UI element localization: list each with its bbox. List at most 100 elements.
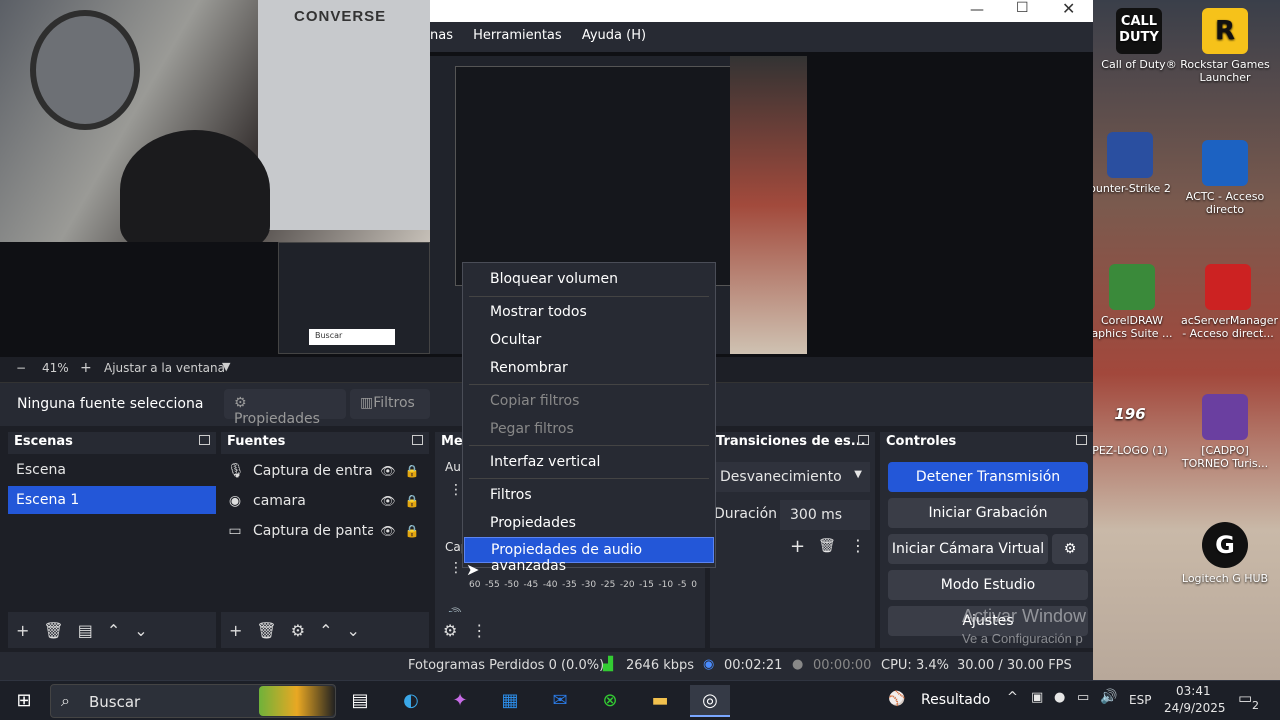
fit-window-button[interactable]: Ajustar a la ventana — [104, 361, 225, 375]
scene-item[interactable]: Escena — [8, 456, 216, 484]
winrar-icon — [1202, 394, 1248, 440]
stop-stream-button[interactable]: Detener Transmisión — [888, 462, 1088, 492]
duration-label: Duración — [714, 506, 778, 522]
menu-item-vertical-interface[interactable]: Interfaz vertical — [464, 450, 714, 476]
meter-tick: -25 — [600, 580, 616, 590]
lock-icon[interactable]: 🔒 — [403, 494, 421, 508]
chevron-up-icon[interactable]: ⌃ — [319, 621, 332, 640]
obs-window: — ☐ ✕ nas Herramientas Ayuda (H) Buscar … — [0, 0, 1093, 680]
eye-icon[interactable]: 👁 — [379, 494, 397, 508]
filters-button[interactable]: ▥Filtros — [350, 389, 430, 419]
meter-tick: -45 — [523, 580, 539, 590]
menu-item-hide[interactable]: Ocultar — [464, 328, 714, 354]
scenes-list: Escena Escena 1 — [8, 454, 216, 612]
menu-item-properties[interactable]: Propiedades — [464, 511, 714, 537]
desktop-icon-logitech[interactable]: G Logitech G HUB — [1178, 522, 1272, 585]
menu-item-filters[interactable]: Filtros — [464, 483, 714, 509]
desktop-icon-rockstar[interactable]: R Rockstar Games Launcher — [1178, 8, 1272, 84]
xbox-icon[interactable]: ⊗ — [590, 685, 630, 717]
clock-date[interactable]: 24/9/2025 — [1164, 701, 1226, 715]
undock-icon[interactable] — [412, 435, 423, 445]
network-icon[interactable]: ▭ — [1077, 690, 1089, 705]
kebab-icon[interactable]: ⋮ — [449, 560, 463, 576]
kebab-icon[interactable]: ⋮ — [471, 621, 487, 640]
source-item[interactable]: 🎙 Captura de entrada 👁 🔒 — [221, 456, 429, 486]
add-icon[interactable]: + — [16, 621, 29, 640]
controls-title-text: Controles — [886, 434, 957, 449]
chevron-up-icon[interactable]: ⌃ — [107, 621, 120, 640]
eye-icon[interactable]: 👁 — [379, 464, 397, 478]
logo-icon: 196 — [1114, 405, 1146, 423]
chevron-down-icon[interactable]: ▼ — [222, 360, 230, 373]
kebab-icon[interactable]: ⋮ — [850, 536, 866, 555]
transition-select[interactable]: Desvanecimiento ▼ — [710, 462, 870, 492]
desktop-icon-cadpo[interactable]: [CADPO] TORNEO Turis... — [1178, 394, 1272, 470]
outlook-icon[interactable]: ✉ — [540, 685, 580, 717]
menu-item-show-all[interactable]: Mostrar todos — [464, 300, 714, 326]
menu-item-advanced-audio-properties[interactable]: Propiedades de audio avanzadas — [464, 537, 714, 574]
activate-windows-subtitle: Ve a Configuración p — [962, 631, 1083, 646]
start-virtual-camera-button[interactable]: Iniciar Cámara Virtual — [888, 534, 1048, 564]
menu-item-lock-volume[interactable]: Bloquear volumen — [464, 267, 714, 293]
close-icon[interactable]: ✕ — [1062, 0, 1082, 18]
microphone-tray-icon[interactable]: ● — [1054, 690, 1065, 705]
properties-button[interactable]: ⚙ Propiedades — [224, 389, 346, 427]
desktop-icon-counter-strike[interactable]: ounter-Strike 2 — [1083, 132, 1177, 195]
eye-icon[interactable]: 👁 — [379, 524, 397, 538]
copilot-icon[interactable]: ✦ — [440, 685, 480, 717]
menu-item-rename[interactable]: Renombrar — [464, 356, 714, 382]
mouse-cursor-icon: ➤ — [466, 560, 480, 579]
start-recording-button[interactable]: Iniciar Grabación — [888, 498, 1088, 528]
weather-text[interactable]: Resultado — [921, 692, 990, 708]
kebab-icon[interactable]: ⋮ — [449, 482, 463, 498]
meter-tick: -35 — [562, 580, 577, 590]
chevron-down-icon[interactable]: ⌄ — [134, 621, 147, 640]
virtual-camera-settings-button[interactable]: ⚙ — [1052, 534, 1088, 564]
minimize-icon[interactable]: — — [970, 2, 990, 18]
zoom-in-button[interactable]: + — [80, 360, 92, 376]
studio-mode-button[interactable]: Modo Estudio — [888, 570, 1088, 600]
zoom-out-button[interactable]: − — [16, 361, 26, 375]
desktop-icon-coreldraw[interactable]: CorelDRAW aphics Suite ... — [1085, 264, 1179, 340]
task-view-icon[interactable]: ▤ — [340, 685, 380, 717]
add-icon[interactable]: + — [790, 536, 805, 557]
source-item[interactable]: ◉ camara 👁 🔒 — [221, 486, 429, 516]
folder-icon[interactable]: ▬ — [640, 685, 680, 717]
source-item[interactable]: ▭ Captura de pantalla 👁 🔒 — [221, 516, 429, 546]
filter-icon[interactable]: ▤ — [78, 621, 93, 640]
menu-item-herramientas[interactable]: Herramientas — [465, 22, 570, 49]
undock-icon[interactable] — [199, 435, 210, 445]
desktop-icon-acservermanager[interactable]: acServerManager - Acceso direct... — [1181, 264, 1278, 340]
undock-icon[interactable] — [858, 435, 869, 445]
menu-item-ayuda[interactable]: Ayuda (H) — [574, 22, 654, 49]
store-icon[interactable]: ▦ — [490, 685, 530, 717]
volume-icon[interactable]: 🔊 — [1100, 689, 1117, 705]
notification-icon[interactable]: ▭ — [1238, 689, 1252, 707]
trash-icon[interactable]: 🗑 — [818, 538, 836, 554]
gear-icon[interactable]: ⚙ — [443, 621, 457, 640]
add-icon[interactable]: + — [229, 621, 242, 640]
windows-start-icon[interactable]: ⊞ — [4, 685, 44, 717]
tray-icon[interactable]: ▣ — [1031, 690, 1043, 705]
taskbar-search[interactable]: ⌕ Buscar — [50, 684, 336, 718]
language-indicator[interactable]: ESP — [1129, 693, 1151, 707]
chevron-up-icon[interactable]: ^ — [1007, 690, 1018, 705]
maximize-icon[interactable]: ☐ — [1016, 0, 1036, 16]
gear-icon[interactable]: ⚙ — [291, 621, 305, 640]
trash-icon[interactable]: 🗑 — [256, 621, 276, 640]
scene-item-selected[interactable]: Escena 1 — [8, 486, 216, 514]
lock-icon[interactable]: 🔒 — [403, 464, 421, 478]
desktop-icon-actc[interactable]: ACTC - Acceso directo — [1178, 140, 1272, 216]
meter-tick: -40 — [542, 580, 558, 590]
desktop-icon-call-of-duty[interactable]: CALL DUTY Call of Duty® — [1092, 8, 1186, 71]
trash-icon[interactable]: 🗑 — [43, 621, 63, 640]
desktop-icon-pez-logo[interactable]: 196 PEZ-LOGO (1) — [1083, 394, 1177, 457]
undock-icon[interactable] — [1076, 435, 1087, 445]
chevron-down-icon[interactable]: ⌄ — [346, 621, 359, 640]
menu-item-tools[interactable]: nas — [430, 22, 461, 49]
duration-input[interactable]: 300 ms — [780, 500, 870, 530]
obs-taskbar-icon[interactable]: ◎ — [690, 685, 730, 717]
lock-icon[interactable]: 🔒 — [403, 524, 421, 538]
edge-icon[interactable]: ◐ — [391, 685, 431, 717]
clock-time[interactable]: 03:41 — [1176, 684, 1211, 698]
